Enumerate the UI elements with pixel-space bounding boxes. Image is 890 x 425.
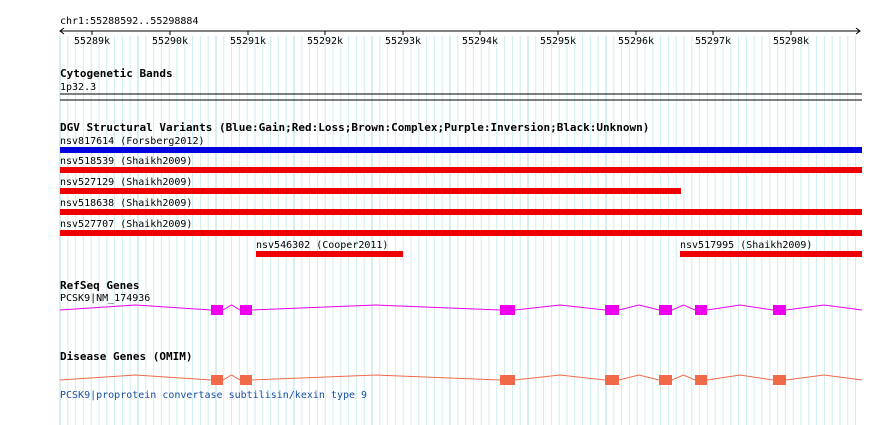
ruler-ticks: 55289k 55290k 55291k 55292k 55293k 55294k 5529… [74, 31, 809, 47]
dgv-variant[interactable]: nsv517995 (Shaikh2009) [680, 240, 862, 257]
dgv-tracks: nsv817614 (Forsberg2012) nsv518539 (Shaik… [60, 136, 862, 257]
dgv-variant-bar[interactable] [60, 209, 862, 215]
ruler-tick-label: 55292k [307, 36, 343, 47]
dgv-variant-bar[interactable] [256, 251, 403, 257]
dgv-variant-bar[interactable] [60, 188, 681, 194]
dgv-variant[interactable]: nsv527129 (Shaikh2009) [60, 177, 681, 194]
cytoband-label: 1p32.3 [60, 82, 96, 93]
omim-gene-link[interactable]: PCSK9|proprotein convertase subtilisin/k… [60, 390, 367, 401]
gene-exon[interactable] [773, 375, 786, 385]
ruler-tick-label: 55293k [385, 36, 421, 47]
dgv-variant-label: nsv517995 (Shaikh2009) [680, 240, 812, 251]
genome-browser-canvas: chr1:55288592..55298884 55289k 55290k 5529… [59, 16, 863, 425]
gene-exon[interactable] [605, 305, 619, 315]
ruler-axis [59, 27, 861, 35]
gene-exon[interactable] [773, 305, 786, 315]
dgv-variant-label: nsv546302 (Cooper2011) [256, 240, 388, 251]
ruler-tick-label: 55295k [540, 36, 576, 47]
refseq-title: RefSeq Genes [60, 279, 139, 292]
dgv-variant-label: nsv527129 (Shaikh2009) [60, 177, 192, 188]
ruler-tick-label: 55290k [152, 36, 188, 47]
dgv-variant-label: nsv518638 (Shaikh2009) [60, 198, 192, 209]
dgv-variant[interactable]: nsv518539 (Shaikh2009) [60, 156, 862, 173]
omim-title: Disease Genes (OMIM) [60, 350, 192, 363]
ruler-tick-label: 55298k [773, 36, 809, 47]
ruler-tick-label: 55296k [618, 36, 654, 47]
gene-exon[interactable] [659, 375, 672, 385]
gene-exon[interactable] [500, 375, 515, 385]
gene-exon[interactable] [240, 375, 252, 385]
dgv-variant-label: nsv817614 (Forsberg2012) [60, 136, 205, 147]
cytoband-title: Cytogenetic Bands [60, 67, 173, 80]
cytoband-ideogram[interactable] [60, 93, 862, 101]
dgv-variant-label: nsv527707 (Shaikh2009) [60, 219, 192, 230]
gene-exon[interactable] [240, 305, 252, 315]
refseq-gene-model[interactable] [59, 304, 863, 315]
ruler-location: chr1:55288592..55298884 [60, 16, 198, 27]
dgv-variant-bar[interactable] [60, 230, 862, 236]
gene-intron-line [59, 374, 863, 381]
gene-exon[interactable] [659, 305, 672, 315]
dgv-variant[interactable]: nsv527707 (Shaikh2009) [60, 219, 862, 236]
dgv-title: DGV Structural Variants (Blue:Gain;Red:L… [60, 121, 649, 134]
dgv-variant-bar[interactable] [680, 251, 862, 257]
gene-exon[interactable] [211, 305, 223, 315]
gene-exon[interactable] [500, 305, 515, 315]
gene-exon[interactable] [695, 305, 707, 315]
ruler-tick-label: 55291k [230, 36, 266, 47]
refseq-gene-label: PCSK9|NM_174936 [60, 293, 150, 304]
dgv-variant[interactable]: nsv546302 (Cooper2011) [256, 240, 403, 257]
gene-exon[interactable] [695, 375, 707, 385]
gene-intron-line [59, 304, 863, 311]
omim-gene-model[interactable] [59, 374, 863, 385]
dgv-variant[interactable]: nsv817614 (Forsberg2012) [60, 136, 862, 153]
dgv-variant[interactable]: nsv518638 (Shaikh2009) [60, 198, 862, 215]
ruler-tick-label: 55294k [462, 36, 498, 47]
dgv-variant-label: nsv518539 (Shaikh2009) [60, 156, 192, 167]
dgv-variant-bar[interactable] [60, 167, 862, 173]
dgv-variant-bar[interactable] [60, 147, 862, 153]
ruler-tick-label: 55289k [74, 36, 110, 47]
gene-exon[interactable] [605, 375, 619, 385]
gene-exon[interactable] [211, 375, 223, 385]
ruler-tick-label: 55297k [695, 36, 731, 47]
